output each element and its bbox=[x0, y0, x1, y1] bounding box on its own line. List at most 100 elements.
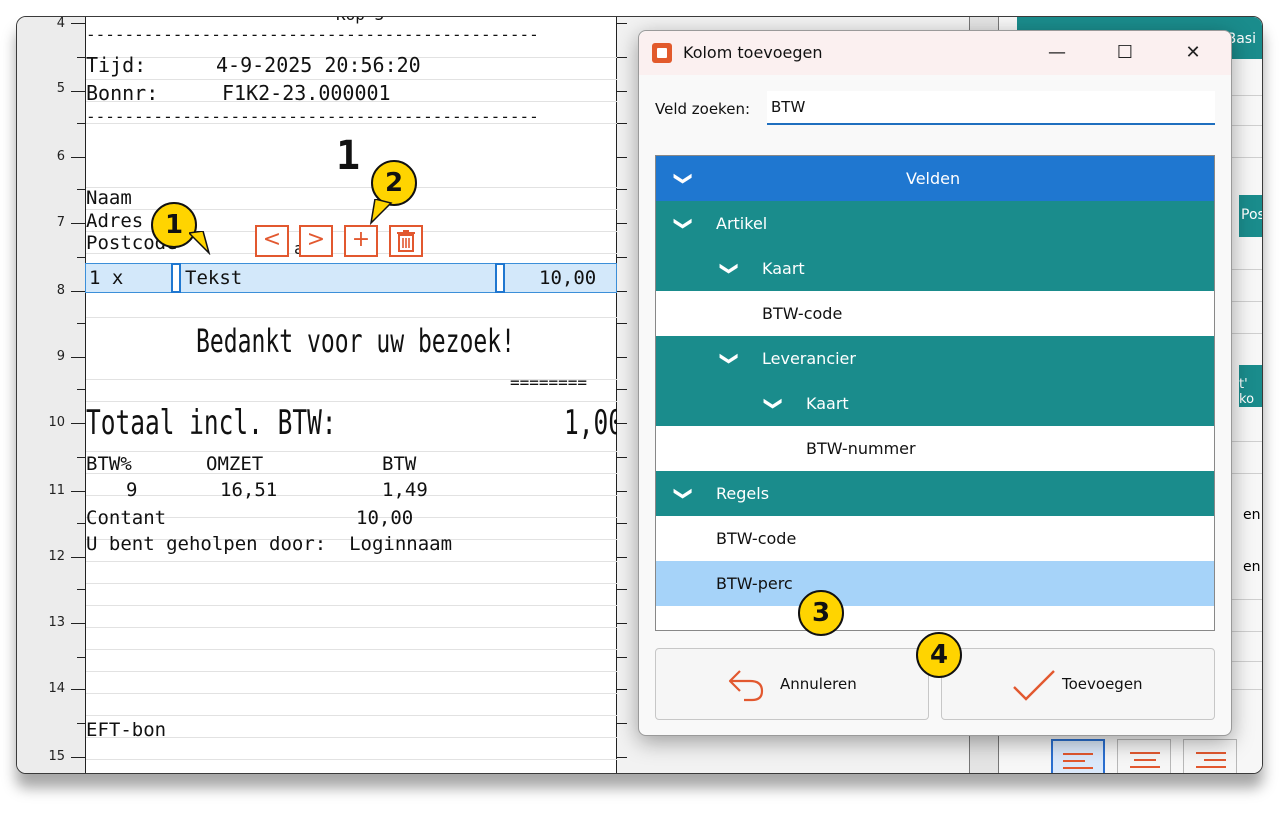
helped-by-text: U bent geholpen door: Loginnaam bbox=[86, 533, 453, 555]
tree-leaf-btw-nummer[interactable]: BTW-nummer bbox=[656, 426, 1214, 471]
ruler-number: 14 bbox=[48, 681, 65, 696]
eft-receipt-text: EFT-bon bbox=[86, 719, 167, 741]
delete-column-button[interactable] bbox=[389, 225, 423, 257]
ruler-number: 8 bbox=[56, 283, 65, 298]
vertical-ruler: 4 5 6 7 8 9 10 11 12 13 14 15 bbox=[17, 16, 85, 773]
column-resize-handle-right[interactable] bbox=[495, 263, 505, 293]
add-button[interactable]: Toevoegen bbox=[941, 648, 1215, 720]
ko-tab-fragment[interactable]: t' ko bbox=[1239, 365, 1262, 407]
align-left-button[interactable] bbox=[1051, 739, 1105, 773]
tree-node-label: BTW-code bbox=[716, 529, 797, 548]
pos-tab-fragment[interactable]: Pos bbox=[1239, 195, 1262, 237]
ruler-number: 11 bbox=[48, 483, 65, 498]
equals-separator: ======== bbox=[510, 373, 588, 392]
chevron-down-icon: ❯ bbox=[673, 485, 695, 502]
tree-node-leverancier-kaart[interactable]: ❯ Kaart bbox=[656, 381, 1214, 426]
tree-node-regels[interactable]: ❯ Regels bbox=[656, 471, 1214, 516]
receipt-number-label: Bonnr: bbox=[86, 81, 159, 105]
chevron-down-icon: ❯ bbox=[719, 350, 741, 367]
app-icon bbox=[652, 43, 672, 63]
undo-arrow-icon bbox=[728, 670, 764, 702]
header-cut-text: Kop 3 bbox=[336, 17, 384, 24]
vat-turnover-value: 16,51 bbox=[220, 479, 278, 501]
receipt-paper: Kop 3 ----------------------------------… bbox=[85, 17, 623, 773]
search-input[interactable] bbox=[767, 91, 1215, 125]
ruler-number: 7 bbox=[56, 215, 65, 230]
add-column-button[interactable]: + bbox=[344, 225, 378, 257]
dialog-titlebar[interactable]: Kolom toevoegen — ☐ ✕ bbox=[639, 31, 1231, 75]
close-button[interactable]: ✕ bbox=[1161, 31, 1225, 75]
tree-node-artikel-kaart[interactable]: ❯ Kaart bbox=[656, 246, 1214, 291]
app-window: 4 5 6 7 8 9 10 11 12 13 14 15 Kop 3 ----… bbox=[16, 16, 1263, 774]
ruler-number: 15 bbox=[48, 749, 65, 764]
tree-node-label: Kaart bbox=[806, 394, 849, 413]
badge-pointer bbox=[369, 199, 393, 225]
time-value: 4-9-2025 20:56:20 bbox=[216, 53, 421, 77]
ruler-number: 6 bbox=[56, 149, 65, 164]
step-badge-4: 4 bbox=[916, 632, 962, 678]
tree-node-leverancier[interactable]: ❯ Leverancier bbox=[656, 336, 1214, 381]
receipt-number-value: F1K2-23.000001 bbox=[222, 81, 391, 105]
maximize-button[interactable]: ☐ bbox=[1093, 31, 1157, 75]
move-right-button[interactable]: > bbox=[299, 225, 333, 257]
time-label: Tijd: bbox=[86, 53, 147, 77]
ruler-number: 12 bbox=[48, 549, 65, 564]
minimize-button[interactable]: — bbox=[1025, 31, 1089, 75]
tree-node-label: BTW-nummer bbox=[806, 439, 916, 458]
ruler-number: 5 bbox=[56, 81, 65, 96]
tree-node-artikel[interactable]: ❯ Artikel bbox=[656, 201, 1214, 246]
tree-node-velden[interactable]: ❯ Velden bbox=[656, 156, 1214, 201]
cash-label: Contant bbox=[86, 507, 167, 529]
search-label: Veld zoeken: bbox=[655, 100, 751, 118]
tree-node-label: Artikel bbox=[716, 214, 768, 233]
field-tree: ❯ Velden ❯ Artikel ❯ Kaart BTW-code ❯ Le… bbox=[655, 155, 1215, 631]
line-amount: 10,00 bbox=[539, 267, 597, 289]
address-field: Adres bbox=[86, 210, 144, 232]
column-resize-handle-left[interactable] bbox=[171, 263, 181, 293]
cancel-button[interactable]: Annuleren bbox=[655, 648, 929, 720]
ruler-number: 4 bbox=[56, 16, 65, 31]
dialog-title: Kolom toevoegen bbox=[683, 43, 823, 62]
cash-value: 10,00 bbox=[356, 507, 414, 529]
step-badge-3: 3 bbox=[798, 590, 844, 636]
vat-header-amount: BTW bbox=[382, 453, 417, 475]
badge-pointer bbox=[189, 231, 211, 255]
tree-leaf-btw-code[interactable]: BTW-code bbox=[656, 291, 1214, 336]
ruler-number: 10 bbox=[48, 415, 65, 430]
checkmark-icon bbox=[1013, 670, 1055, 701]
tree-node-label: Velden bbox=[906, 169, 961, 188]
chevron-down-icon: ❯ bbox=[719, 260, 741, 277]
add-label: Toevoegen bbox=[1062, 675, 1143, 693]
align-right-button[interactable] bbox=[1183, 739, 1237, 773]
tree-node-label: BTW-code bbox=[762, 304, 843, 323]
name-field: Naam bbox=[86, 187, 132, 209]
move-left-button[interactable]: < bbox=[255, 225, 289, 257]
total-value: 1,00 bbox=[564, 403, 623, 443]
tree-node-label: BTW-perc bbox=[716, 574, 793, 593]
ruler-number: 9 bbox=[56, 349, 65, 364]
selected-receipt-line[interactable] bbox=[85, 263, 617, 293]
big-number: 1 bbox=[336, 133, 361, 179]
total-label: Totaal incl. BTW: bbox=[86, 403, 337, 443]
background-text-fragment: en bbox=[1243, 559, 1261, 575]
cancel-label: Annuleren bbox=[780, 675, 857, 693]
dash-separator: ----------------------------------------… bbox=[86, 107, 539, 126]
add-column-dialog: Kolom toevoegen — ☐ ✕ Veld zoeken: ❯ Vel… bbox=[638, 30, 1232, 736]
trash-icon bbox=[397, 230, 415, 252]
line-text: Tekst bbox=[185, 267, 243, 289]
thanks-message: Bedankt voor uw bezoek! bbox=[196, 322, 516, 360]
chevron-down-icon: ❯ bbox=[673, 215, 695, 232]
chevron-down-icon: ❯ bbox=[763, 395, 785, 412]
vat-percent-value: 9 bbox=[126, 479, 138, 501]
vat-amount-value: 1,49 bbox=[382, 479, 428, 501]
vat-header-turnover: OMZET bbox=[206, 453, 264, 475]
tree-leaf-regels-btw-code[interactable]: BTW-code bbox=[656, 516, 1214, 561]
chevron-down-icon: ❯ bbox=[673, 170, 695, 187]
line-quantity: 1 x bbox=[89, 267, 124, 289]
tree-node-label: Kaart bbox=[762, 259, 805, 278]
align-center-button[interactable] bbox=[1117, 739, 1171, 773]
dash-separator: ----------------------------------------… bbox=[86, 25, 539, 44]
vat-header-percent: BTW% bbox=[86, 453, 132, 475]
tree-node-label: Leverancier bbox=[762, 349, 856, 368]
tree-leaf-btw-perc-selected[interactable]: BTW-perc bbox=[656, 561, 1214, 606]
